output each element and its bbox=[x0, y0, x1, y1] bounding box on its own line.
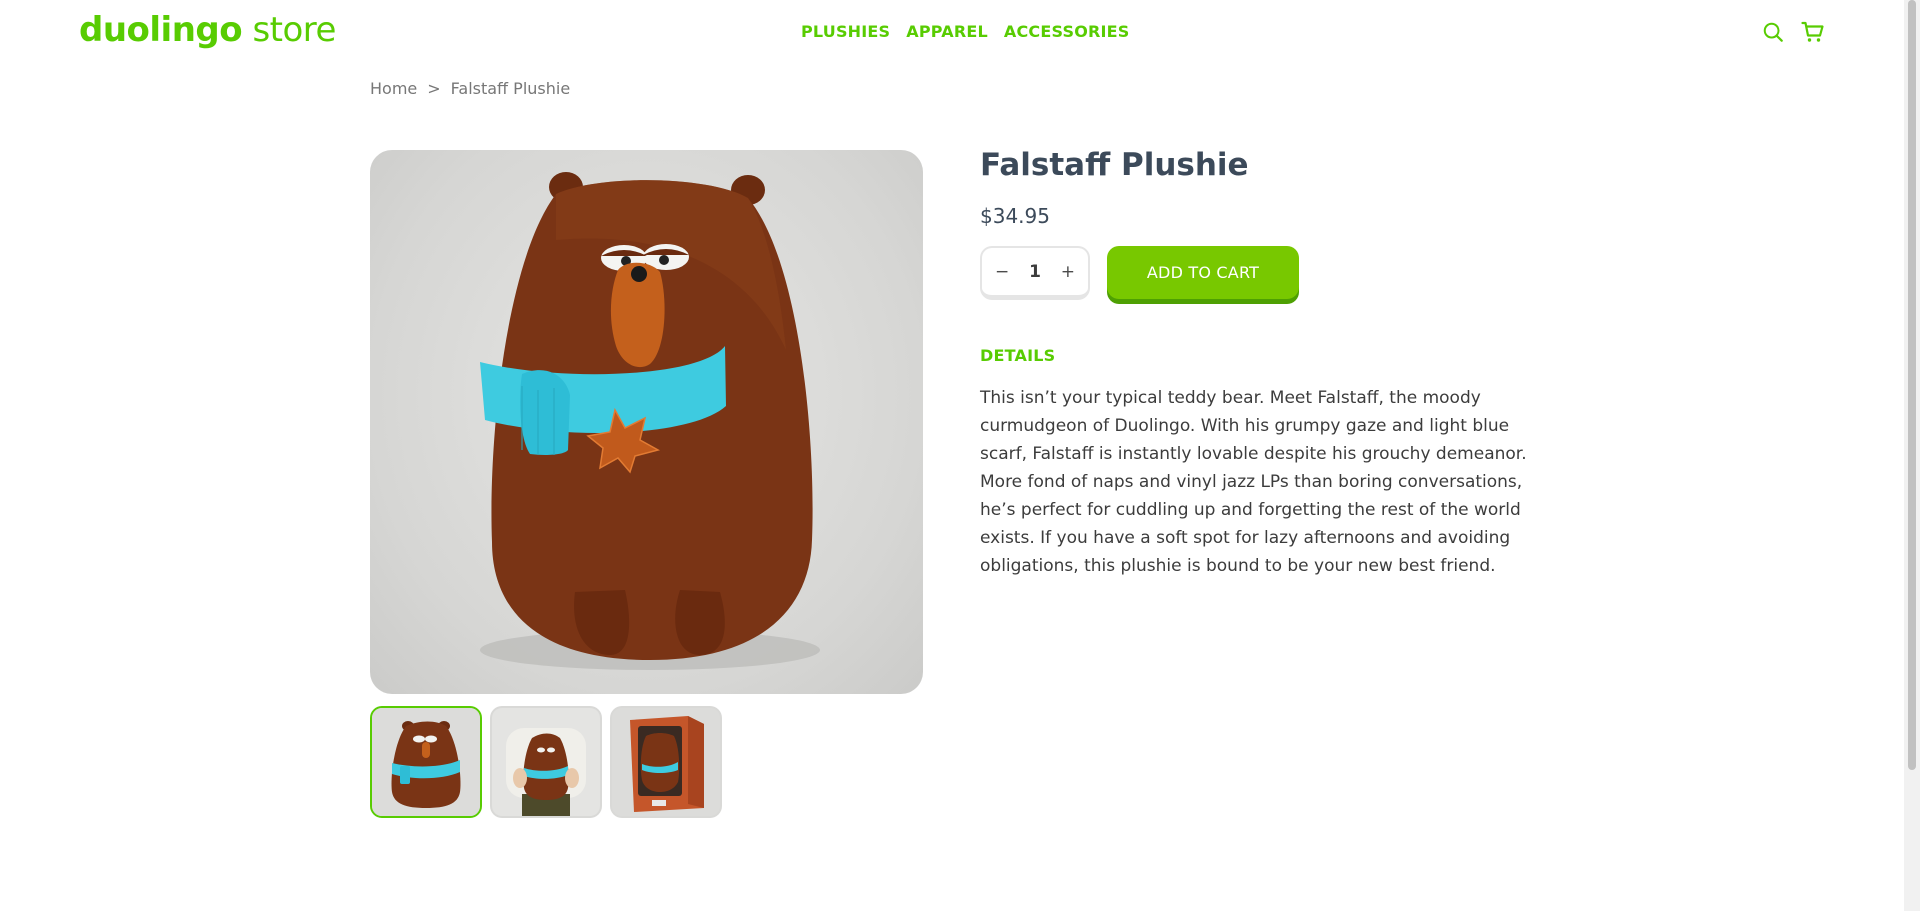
site-header: duolingo store PLUSHIES APPAREL ACCESSOR… bbox=[0, 0, 1904, 64]
cart-button[interactable] bbox=[1801, 20, 1825, 44]
breadcrumb-home[interactable]: Home bbox=[370, 79, 417, 98]
header-actions bbox=[1761, 20, 1825, 44]
breadcrumb-separator: > bbox=[427, 79, 441, 98]
quantity-decrease-button[interactable]: − bbox=[989, 262, 1015, 282]
search-button[interactable] bbox=[1761, 20, 1785, 44]
product-title: Falstaff Plushie bbox=[980, 147, 1249, 183]
scrollbar-thumb[interactable] bbox=[1908, 0, 1916, 770]
cart-icon bbox=[1801, 21, 1824, 42]
nav-accessories[interactable]: ACCESSORIES bbox=[1004, 22, 1130, 41]
main-nav: PLUSHIES APPAREL ACCESSORIES bbox=[801, 22, 1130, 41]
thumbnail-1[interactable] bbox=[370, 706, 482, 818]
quantity-stepper: − 1 + bbox=[980, 246, 1090, 300]
thumbnail-gallery bbox=[370, 706, 722, 818]
quantity-increase-button[interactable]: + bbox=[1055, 262, 1081, 282]
page-scrollbar[interactable] bbox=[1904, 0, 1920, 911]
store-logo[interactable]: duolingo store bbox=[79, 10, 336, 50]
logo-brand: duolingo bbox=[79, 10, 243, 50]
quantity-value[interactable]: 1 bbox=[1029, 262, 1041, 282]
breadcrumb: Home > Falstaff Plushie bbox=[370, 79, 570, 98]
search-icon bbox=[1763, 22, 1783, 42]
details-heading: DETAILS bbox=[980, 346, 1056, 365]
thumbnail-2[interactable] bbox=[490, 706, 602, 818]
product-price: $34.95 bbox=[980, 204, 1050, 228]
nav-plushies[interactable]: PLUSHIES bbox=[801, 22, 890, 41]
thumbnail-bear-box bbox=[612, 708, 720, 816]
thumbnail-bear-front bbox=[372, 708, 480, 816]
thumbnail-3[interactable] bbox=[610, 706, 722, 818]
thumbnail-bear-held bbox=[492, 708, 600, 816]
falstaff-bear-image bbox=[480, 172, 820, 670]
breadcrumb-current: Falstaff Plushie bbox=[450, 79, 571, 98]
logo-suffix: store bbox=[252, 10, 336, 50]
nav-apparel[interactable]: APPAREL bbox=[906, 22, 988, 41]
add-to-cart-button[interactable]: ADD TO CART bbox=[1107, 246, 1299, 299]
product-description: This isn’t your typical teddy bear. Meet… bbox=[980, 388, 1527, 576]
product-main-image[interactable] bbox=[370, 150, 923, 694]
